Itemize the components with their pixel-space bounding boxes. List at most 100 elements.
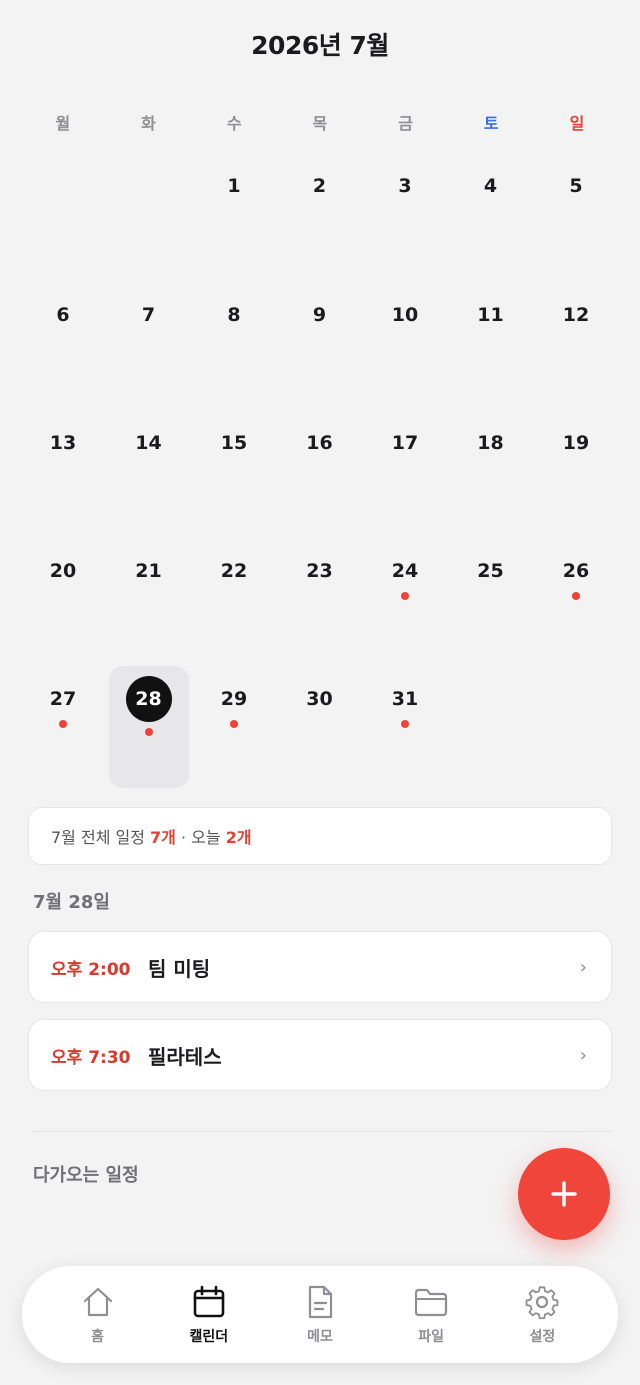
calendar-day[interactable]: 14 [109,430,189,552]
day-number: 21 [135,560,162,582]
day-number: 25 [477,560,504,582]
calendar-day[interactable]: 6 [23,302,103,424]
day-number: 29 [220,688,248,710]
day-number: 12 [562,304,590,326]
calendar-day[interactable]: 26 [536,558,616,680]
calendar-day[interactable]: 15 [194,430,274,552]
add-event-button[interactable] [518,1148,610,1240]
tab-settings[interactable]: 설정 [492,1284,592,1346]
plus-icon [551,1181,577,1207]
calendar-day[interactable]: 11 [451,302,531,424]
gear-icon [525,1285,559,1319]
upcoming-section-label: 다가오는 일정 [33,1165,139,1186]
day-number: 4 [483,175,498,197]
calendar-day[interactable]: 10 [365,302,445,424]
calendar-day[interactable]: 20 [23,558,103,680]
calendar-day[interactable]: 12 [536,302,616,424]
event-dot [59,720,67,728]
calendar-day[interactable]: 7 [109,302,189,424]
tab-label: 메모 [307,1328,333,1345]
day-number: 24 [391,560,419,582]
tab-label: 홈 [91,1328,105,1345]
day-number: 28 [125,676,172,722]
summary-today-count: 2개 [225,828,252,847]
calendar-day[interactable]: 27 [23,686,103,808]
day-number: 9 [312,304,327,326]
day-number: 26 [562,560,590,582]
calendar-day[interactable]: 18 [451,430,531,552]
event-title: 팀 미팅 [148,956,211,981]
tab-home[interactable]: 홈 [48,1284,148,1346]
calendar-day[interactable]: 24 [365,558,445,680]
day-number: 11 [477,304,504,326]
day-number: 3 [398,175,412,197]
tab-label: 캘린더 [189,1328,229,1345]
bottom-tab-bar: 홈 캘린더 메모 파일 설정 [22,1266,618,1363]
summary-month-count: 7개 [150,828,176,847]
day-number: 17 [391,432,419,454]
tab-label: 설정 [529,1328,556,1345]
chevron-right-icon: › [579,1044,587,1066]
calendar-day[interactable]: 13 [23,430,103,552]
event-item[interactable]: 오후 2:00 팀 미팅 › [28,931,612,1003]
folder-icon [415,1288,448,1316]
day-number: 15 [220,432,248,454]
event-item[interactable]: 오후 7:30 필라테스 › [28,1019,612,1091]
calendar-day[interactable]: 29 [194,686,274,808]
summary-separator: · 오늘 [175,828,226,847]
day-number: 20 [49,560,77,582]
day-number: 7 [141,304,156,326]
calendar-day[interactable]: 3 [365,173,445,295]
day-number: 19 [562,432,590,454]
summary-prefix: 7월 전체 일정 [51,828,151,847]
day-number: 5 [569,175,583,197]
calendar-day[interactable]: 9 [280,302,360,424]
document-icon [308,1285,333,1318]
calendar-day[interactable]: 16 [280,430,360,552]
calendar-day[interactable]: 25 [451,558,531,680]
home-icon [83,1287,112,1316]
day-number: 6 [56,304,70,326]
tab-memo[interactable]: 메모 [270,1284,370,1346]
calendar-day[interactable]: 31 [365,686,445,808]
calendar-day[interactable]: 19 [536,430,616,552]
event-dot [401,592,409,600]
chevron-right-icon: › [579,956,587,978]
calendar-day[interactable]: 1 [194,173,274,295]
event-dot [572,592,580,600]
tab-label: 파일 [418,1328,445,1345]
calendar-day-selected[interactable]: 28 [108,666,189,788]
calendar-day[interactable]: 2 [280,173,360,295]
day-number: 1 [227,175,241,197]
day-number: 23 [306,560,333,582]
calendar-grid: 1 2 3 4 5 6 7 8 9 10 11 12 13 14 15 16 17 18 19 20 21 22 23 24 2… [0,0,640,800]
calendar-day[interactable]: 5 [536,173,616,295]
event-dot [144,728,153,736]
event-dot [401,720,409,728]
event-dot [230,720,238,728]
month-summary: 7월 전체 일정 7개 · 오늘 2개 [28,807,612,865]
calendar-day[interactable]: 17 [365,430,445,552]
day-number: 2 [312,175,327,197]
calendar-day[interactable]: 22 [194,558,274,680]
calendar-day[interactable]: 8 [194,302,274,424]
day-number: 8 [227,304,241,326]
calendar-day[interactable]: 21 [109,558,189,680]
event-title: 필라테스 [148,1044,222,1069]
calendar-day[interactable]: 30 [280,686,360,808]
day-number: 16 [306,432,333,454]
tab-files[interactable]: 파일 [381,1284,481,1346]
day-number: 13 [49,432,77,454]
tab-calendar[interactable]: 캘린더 [159,1284,259,1346]
day-number: 30 [306,688,333,710]
divider [33,1131,612,1132]
day-number: 10 [391,304,419,326]
calendar-icon [193,1285,225,1317]
day-number: 18 [477,432,504,454]
calendar-day[interactable]: 4 [451,173,531,295]
day-number: 14 [135,432,162,454]
event-time: 오후 7:30 [51,1047,131,1068]
day-number: 22 [220,560,248,582]
selected-date-label: 7월 28일 [33,892,110,913]
calendar-day[interactable]: 23 [280,558,360,680]
